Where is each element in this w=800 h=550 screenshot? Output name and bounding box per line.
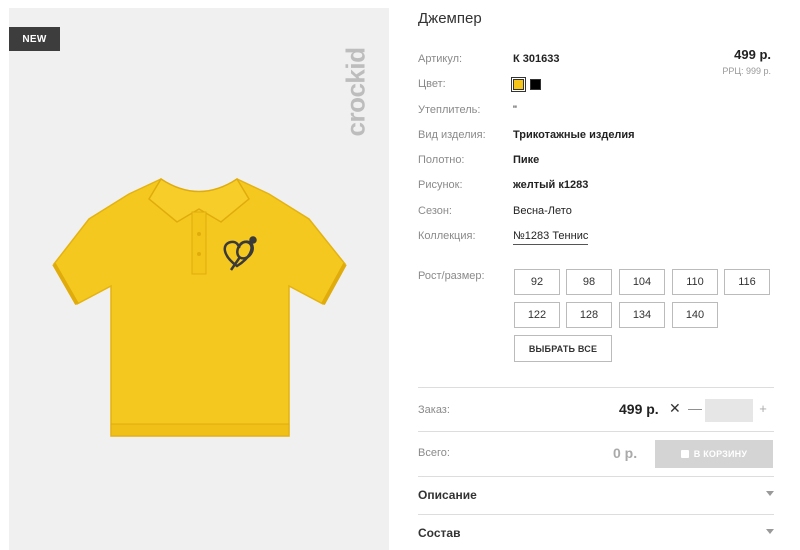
- product-photo: [52, 177, 347, 437]
- color-swatch-yellow[interactable]: [511, 77, 526, 92]
- attr-label-fabric: Полотно:: [418, 154, 465, 166]
- size-button-116[interactable]: 116: [724, 269, 770, 295]
- size-label: Рост/размер:: [418, 270, 485, 282]
- divider: [418, 431, 774, 432]
- product-price: 499 р.: [734, 47, 771, 62]
- accordion-composition-label: Состав: [418, 526, 461, 540]
- attr-value-insulation: ": [513, 104, 517, 116]
- multiply-icon: ✕: [669, 400, 681, 416]
- attr-label-product-type: Вид изделия:: [418, 129, 486, 141]
- accordion-description-label: Описание: [418, 488, 477, 502]
- product-title: Джемпер: [418, 10, 482, 27]
- chevron-down-icon: [766, 529, 774, 534]
- select-all-sizes-button[interactable]: ВЫБРАТЬ ВСЕ: [514, 335, 612, 362]
- brand-logo: crockid: [339, 22, 373, 162]
- attr-label-insulation: Утеплитель:: [418, 104, 481, 116]
- chevron-down-icon: [766, 491, 774, 496]
- accordion-composition[interactable]: Состав: [418, 524, 774, 544]
- brand-logo-text: crockid: [340, 47, 371, 137]
- order-label: Заказ:: [418, 404, 450, 416]
- new-badge: NEW: [9, 27, 60, 51]
- accordion-description[interactable]: Описание: [418, 486, 774, 506]
- size-button-134[interactable]: 134: [619, 302, 665, 328]
- attr-label-season: Сезон:: [418, 205, 452, 217]
- size-button-122[interactable]: 122: [514, 302, 560, 328]
- attr-label-print: Рисунок:: [418, 179, 463, 191]
- attr-value-product-type: Трикотажные изделия: [513, 129, 635, 141]
- divider: [418, 476, 774, 477]
- attr-value-season: Весна-Лето: [513, 205, 572, 217]
- size-button-92[interactable]: 92: [514, 269, 560, 295]
- order-price: 499 р.: [619, 401, 659, 417]
- attr-value-fabric: Пике: [513, 154, 540, 166]
- add-to-cart-label: В КОРЗИНУ: [693, 449, 748, 459]
- total-label: Всего:: [418, 447, 450, 459]
- attr-value-article: К 301633: [513, 53, 560, 65]
- attr-label-article: Артикул:: [418, 53, 463, 65]
- attr-label-color: Цвет:: [418, 78, 446, 90]
- cart-icon: [680, 450, 689, 458]
- product-image-panel: NEW crockid: [9, 8, 389, 550]
- divider: [418, 514, 774, 515]
- size-button-128[interactable]: 128: [566, 302, 612, 328]
- divider: [418, 387, 774, 388]
- size-button-104[interactable]: 104: [619, 269, 665, 295]
- color-swatch-black[interactable]: [530, 79, 541, 90]
- product-info: Джемпер 499 р. РРЦ: 999 р. Артикул: К 30…: [418, 0, 774, 550]
- attr-value-print: желтый к1283: [513, 179, 589, 191]
- add-to-cart-button[interactable]: В КОРЗИНУ: [655, 440, 773, 468]
- size-button-140[interactable]: 140: [672, 302, 718, 328]
- size-button-110[interactable]: 110: [672, 269, 718, 295]
- quantity-input[interactable]: [705, 399, 753, 422]
- quantity-increase-button[interactable]: +: [756, 401, 770, 416]
- size-button-98[interactable]: 98: [566, 269, 612, 295]
- total-value: 0 р.: [613, 445, 638, 461]
- quantity-decrease-button[interactable]: —: [688, 400, 702, 416]
- attr-label-collection: Коллекция:: [418, 230, 476, 242]
- collection-link[interactable]: №1283 Теннис: [513, 230, 589, 245]
- product-rrp: РРЦ: 999 р.: [722, 66, 771, 76]
